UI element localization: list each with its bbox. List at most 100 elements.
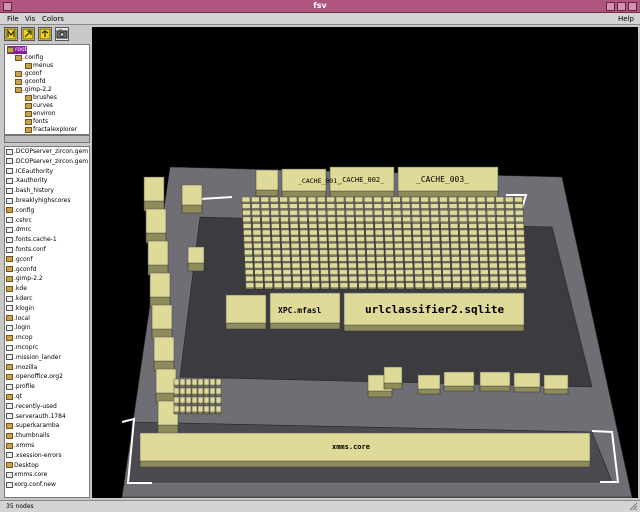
cache-file-block [429, 196, 439, 203]
menu-vis[interactable]: Vis [25, 15, 35, 23]
cache-file-block [384, 229, 393, 236]
minimize-button[interactable] [606, 2, 615, 11]
tree-item[interactable]: curves [25, 102, 53, 110]
cache-file-block [498, 262, 508, 269]
bottom-file-block [197, 405, 204, 413]
menu-file[interactable]: File [7, 15, 19, 23]
tree-item[interactable]: brushes [25, 94, 57, 102]
list-item[interactable]: .ICEauthority [6, 168, 53, 176]
maximize-button[interactable] [617, 2, 626, 11]
list-item[interactable]: .fonts.cache-1 [6, 236, 57, 244]
cache-file-block [300, 256, 310, 262]
cache-file-block [302, 282, 311, 289]
cache-file-block [392, 203, 402, 209]
list-item[interactable]: .mcoprc [6, 344, 38, 352]
bottom-file-block [173, 396, 180, 404]
cache-file-block [355, 216, 365, 223]
tree-item[interactable]: fractalexplorer [25, 126, 77, 134]
camera-button[interactable] [55, 27, 69, 41]
bottom-file-block [173, 387, 180, 395]
list-item[interactable]: .DCOPserver_zircon.gem [6, 158, 88, 166]
cache-file-block [429, 203, 439, 209]
list-item[interactable]: Desktop [6, 462, 39, 470]
list-item[interactable]: .gimp-2.2 [6, 275, 43, 283]
list-item[interactable]: .local [6, 315, 30, 323]
cache-file-block [413, 249, 422, 256]
tree-horizontal-scrollbar[interactable] [4, 135, 90, 143]
cache-file-block [308, 216, 317, 223]
list-item[interactable]: .openoffice.org2 [6, 373, 63, 381]
list-item[interactable]: .xsession-errors [6, 452, 61, 460]
tree-item[interactable]: .gconfd [15, 78, 45, 86]
list-item[interactable]: .bash_history [6, 187, 54, 195]
label-xpc-mfasl: XPC.mfasl [278, 306, 322, 315]
cache-file-block [263, 269, 273, 275]
list-item[interactable]: .config [6, 207, 34, 215]
list-item[interactable]: .superkaramba [6, 422, 59, 430]
list-item[interactable]: .gconfd [6, 266, 36, 274]
file-list[interactable]: .DCOPserver_zircon.gem .DCOPserver_zircon… [4, 146, 90, 498]
list-item[interactable]: .fonts.conf [6, 246, 46, 254]
bottom-file-block [185, 396, 192, 404]
directory-tree[interactable]: root .config menus .gconf .gconfd .gimp-… [4, 44, 90, 135]
menu-colors[interactable]: Colors [42, 15, 64, 23]
filesystem-3d-view[interactable]: _CACHE_001_ _CACHE_002_ _CACHE_003_ XPC.… [92, 27, 638, 498]
list-item[interactable]: .mozilla [6, 364, 37, 372]
cache-file-block [470, 275, 480, 282]
cache-file-block [374, 223, 384, 229]
list-item[interactable]: .dmrc [6, 226, 31, 234]
list-item[interactable]: xorg.conf.new [6, 481, 56, 489]
list-item[interactable]: .login [6, 324, 31, 332]
list-item[interactable]: .recently-used [6, 403, 57, 411]
resize-grip-icon[interactable] [628, 501, 638, 511]
cache-file-block [329, 275, 339, 282]
tree-item[interactable]: environ [25, 110, 56, 118]
close-button[interactable] [628, 2, 637, 11]
tree-item[interactable]: .gimp-2.2 [15, 86, 52, 94]
bottom-file-block [191, 387, 198, 395]
cache-file-block [486, 216, 496, 223]
list-item[interactable]: .breaklyhighscores [6, 197, 70, 205]
tree-item[interactable]: .config [15, 54, 43, 62]
cache-file-block [440, 229, 450, 236]
list-item[interactable]: .mission_lander [6, 354, 61, 362]
config-block [543, 374, 569, 390]
list-item[interactable]: .profile [6, 383, 35, 391]
list-item[interactable]: .kde [6, 285, 27, 293]
cache-file-block [355, 223, 365, 229]
cache-file-block [432, 249, 441, 256]
list-item[interactable]: .klogin [6, 305, 34, 313]
file-icon [6, 158, 13, 165]
list-item[interactable]: .thumbnails [6, 432, 49, 440]
folder-icon [15, 70, 22, 77]
cache-file-block [339, 269, 348, 275]
tree-item[interactable]: menus [25, 62, 53, 70]
list-item-label: .dmrc [14, 226, 32, 234]
cache-file-block [497, 242, 507, 249]
left-stack-block [181, 184, 203, 206]
tree-item[interactable]: root [7, 46, 28, 54]
list-item[interactable]: xmms.core [6, 471, 47, 479]
bird-eye-button[interactable] [38, 27, 52, 41]
list-item[interactable]: .cshrc [6, 217, 32, 225]
tree-item[interactable]: fonts [25, 118, 48, 126]
cd-root-button[interactable] [4, 27, 18, 41]
list-item[interactable]: .Xauthority [6, 177, 47, 185]
cache-file-block [298, 196, 307, 203]
cd-up-button[interactable] [21, 27, 35, 41]
cache-file-block [375, 256, 385, 262]
list-item[interactable]: .serverauth.1784 [6, 413, 66, 421]
cache-file-block [292, 282, 302, 289]
list-item[interactable]: .xmms [6, 442, 34, 450]
list-item[interactable]: .qt [6, 393, 22, 401]
cache-file-block [516, 236, 525, 242]
list-item[interactable]: .mcop [6, 334, 33, 342]
list-item[interactable]: .gconf [6, 256, 33, 264]
cache-file-block [442, 269, 452, 275]
list-item[interactable]: .DCOPserver_zircon.gem [6, 148, 88, 156]
tree-item[interactable]: .gconf [15, 70, 42, 78]
menu-help[interactable]: Help [618, 15, 634, 23]
cache-file-block [290, 236, 300, 242]
cache-file-block [365, 229, 375, 236]
list-item[interactable]: .kderc [6, 295, 33, 303]
